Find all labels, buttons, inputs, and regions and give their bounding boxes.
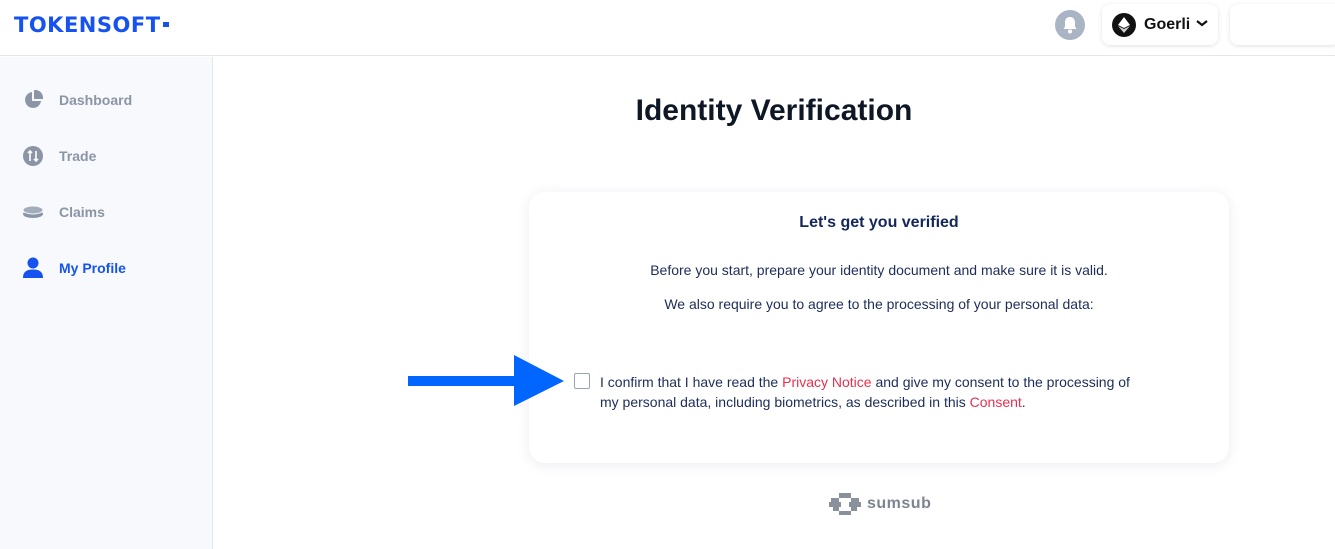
consent-row: I confirm that I have read the Privacy N… xyxy=(574,372,1134,412)
trade-icon xyxy=(22,145,44,167)
verification-card: Let's get you verified Before you start,… xyxy=(529,192,1229,463)
consent-checkbox[interactable] xyxy=(574,373,590,389)
logo-text: TOKENSOFT xyxy=(14,13,161,37)
wallet-button[interactable] xyxy=(1230,4,1335,45)
network-label: Goerli xyxy=(1144,15,1191,33)
sumsub-label: sumsub xyxy=(867,495,932,512)
sidebar-item-label: Claims xyxy=(59,204,105,220)
pie-chart-icon xyxy=(22,89,44,111)
top-header: TOKENSOFT Goerli xyxy=(0,0,1335,56)
tokensoft-logo[interactable]: TOKENSOFT xyxy=(14,14,169,36)
user-icon xyxy=(22,257,44,279)
sidebar-item-dashboard[interactable]: Dashboard xyxy=(22,88,132,112)
sumsub-logo-icon xyxy=(829,493,861,515)
sidebar: Dashboard Trade Claims My Profile xyxy=(0,57,213,549)
consent-text: I confirm that I have read the Privacy N… xyxy=(600,372,1134,412)
notification-bell-icon[interactable] xyxy=(1055,10,1085,40)
sidebar-item-label: Trade xyxy=(59,148,97,164)
consent-text-part1: I confirm that I have read the xyxy=(600,374,783,390)
sidebar-item-trade[interactable]: Trade xyxy=(22,144,96,168)
privacy-notice-link[interactable]: Privacy Notice xyxy=(782,374,871,390)
chevron-down-icon xyxy=(1195,15,1209,33)
sumsub-brand: sumsub xyxy=(829,492,931,516)
sidebar-item-my-profile[interactable]: My Profile xyxy=(22,256,126,280)
page-title: Identity Verification xyxy=(635,94,913,127)
annotation-arrow-icon xyxy=(408,355,564,406)
ethereum-icon xyxy=(1112,12,1136,37)
sidebar-item-label: My Profile xyxy=(59,260,126,276)
card-heading: Let's get you verified xyxy=(799,214,959,231)
consent-requirement-text: We also require you to agree to the proc… xyxy=(664,296,1094,312)
logo-mark xyxy=(162,21,169,27)
consent-link[interactable]: Consent xyxy=(970,394,1022,410)
instructions-text: Before you start, prepare your identity … xyxy=(650,262,1108,278)
sidebar-item-claims[interactable]: Claims xyxy=(22,200,105,224)
coins-icon xyxy=(22,201,44,223)
network-selector[interactable]: Goerli xyxy=(1102,4,1218,45)
consent-text-part3: . xyxy=(1021,394,1026,410)
sidebar-item-label: Dashboard xyxy=(59,92,133,108)
